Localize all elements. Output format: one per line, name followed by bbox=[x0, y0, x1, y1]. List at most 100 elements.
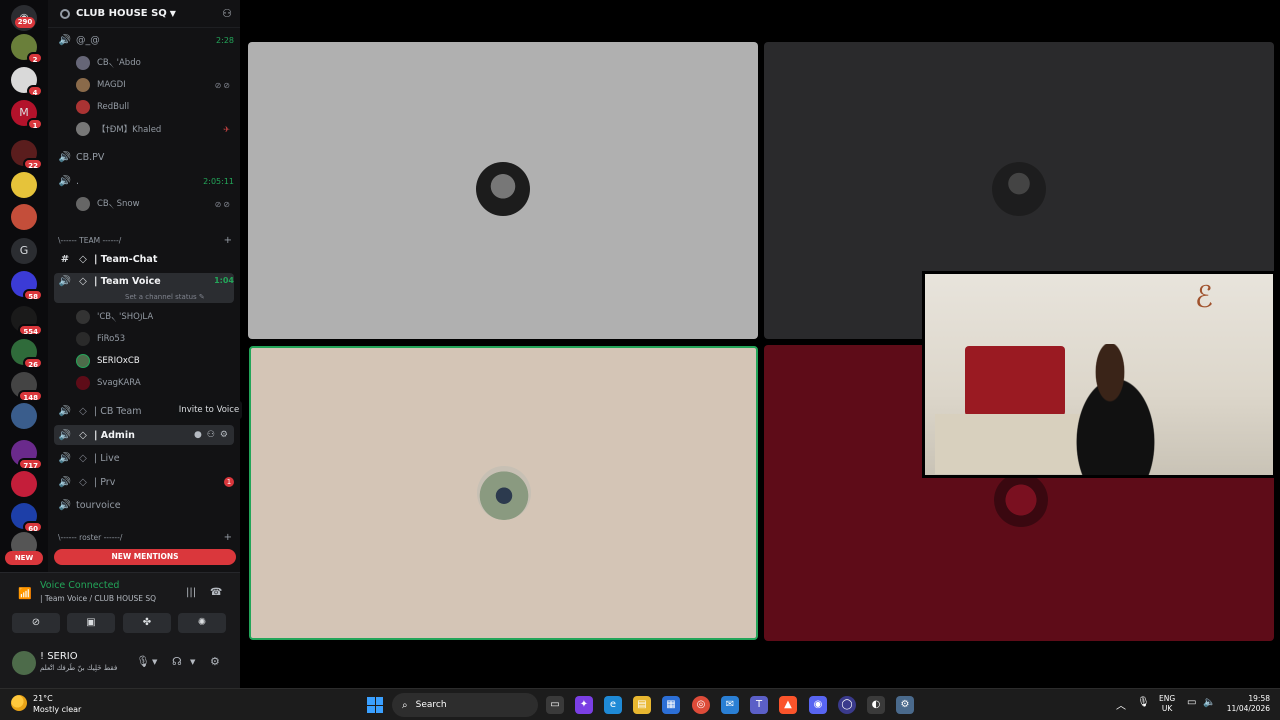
voice-channel-tourvoice[interactable]: 🔊 tourvoice bbox=[54, 495, 234, 515]
chevron-down-icon[interactable]: ▼ bbox=[190, 658, 195, 666]
voice-channel-at[interactable]: 🔊 @_@ 2:28 bbox=[54, 30, 234, 50]
voice-channel-dot[interactable]: 🔊 . 2:05:11 bbox=[54, 171, 234, 191]
disconnect-icon[interactable]: ☎ bbox=[210, 587, 222, 598]
file-explorer-icon[interactable]: ▤ bbox=[633, 696, 651, 714]
mention-badge: 717 bbox=[18, 458, 43, 470]
outlook-icon[interactable]: ✉ bbox=[721, 696, 739, 714]
app-icon[interactable]: ◐ bbox=[867, 696, 885, 714]
invite-people-icon[interactable]: ⚇ bbox=[222, 7, 232, 20]
category-roster[interactable]: \------ roster ------/ + bbox=[58, 530, 232, 544]
channel-name: | Team Voice bbox=[94, 276, 161, 287]
activities-button[interactable]: ✤ bbox=[123, 613, 171, 633]
settings-icon[interactable]: ⚙ bbox=[896, 696, 914, 714]
brave-icon[interactable]: ▲ bbox=[779, 696, 797, 714]
headphones-icon[interactable]: ☊ bbox=[172, 655, 182, 668]
store-icon[interactable]: ▦ bbox=[662, 696, 680, 714]
speaker-icon: 🔊 bbox=[58, 499, 72, 511]
mention-badge: 22 bbox=[23, 158, 43, 170]
noise-suppression-icon[interactable]: ||| bbox=[186, 587, 196, 598]
server-icon[interactable]: G bbox=[11, 238, 37, 264]
app-icon[interactable]: ◯ bbox=[838, 696, 856, 714]
channel-name: | Admin bbox=[94, 429, 135, 441]
server-icon[interactable]: 717 bbox=[11, 440, 43, 470]
server-icon[interactable] bbox=[11, 471, 37, 497]
new-mentions-button[interactable]: NEW MENTIONS bbox=[54, 549, 236, 565]
server-icon[interactable]: 148 bbox=[11, 372, 43, 402]
voice-channel-path[interactable]: | Team Voice / CLUB HOUSE SQ bbox=[40, 594, 156, 603]
clock[interactable]: 19:58 11/04/2026 bbox=[1224, 694, 1270, 714]
weather-condition[interactable]: Mostly clear bbox=[33, 705, 81, 714]
server-icon[interactable]: 26 bbox=[11, 339, 43, 369]
weather-icon[interactable] bbox=[11, 695, 27, 711]
channel-name: . bbox=[76, 175, 80, 187]
server-icon[interactable]: 60 bbox=[11, 503, 43, 533]
voice-channel-prv[interactable]: 🔊 ◇ | Prv 1 bbox=[54, 472, 234, 492]
channel-name: tourvoice bbox=[76, 499, 121, 511]
language-indicator[interactable]: ENG UK bbox=[1159, 694, 1175, 714]
new-servers-pill[interactable]: NEW bbox=[5, 551, 43, 565]
chat-bubble-icon[interactable]: ● bbox=[194, 430, 202, 440]
gear-icon[interactable]: ⚙ bbox=[210, 655, 220, 668]
chrome-icon[interactable]: ◎ bbox=[692, 696, 710, 714]
diamond-icon: ◇ bbox=[79, 405, 87, 417]
voice-channel-admin[interactable]: 🔊 ◇ | Admin ● ⚇ ⚙ bbox=[54, 425, 234, 445]
chevron-up-icon[interactable]: ︿ bbox=[1116, 697, 1126, 712]
weather-temp[interactable]: 21°C bbox=[33, 694, 53, 703]
gear-icon[interactable]: ⚙ bbox=[220, 430, 228, 440]
camera-stream[interactable]: ℰ bbox=[922, 271, 1276, 478]
server-icon[interactable] bbox=[11, 172, 37, 198]
microphone-icon[interactable]: 🎙 bbox=[1137, 697, 1150, 708]
voice-user[interactable]: CB৲ Snow ⊘⊘ bbox=[76, 194, 232, 214]
voice-user[interactable]: RedBull bbox=[76, 97, 232, 117]
username[interactable]: ! SERIO bbox=[40, 651, 78, 662]
taskbar-search[interactable]: ⌕ Search bbox=[392, 693, 538, 717]
server-icon[interactable] bbox=[11, 204, 37, 230]
discord-taskbar-icon[interactable]: ◉ bbox=[809, 696, 827, 714]
start-button[interactable] bbox=[367, 697, 383, 713]
network-icon[interactable]: ▭ bbox=[1187, 697, 1196, 708]
user-panel: ! SERIO فقط خَلِيك بنّ طَرفك اتْعلم 🎙 ▼ … bbox=[0, 643, 240, 689]
text-channel-team-chat[interactable]: # ◇ | Team-Chat bbox=[54, 249, 234, 269]
voice-user[interactable]: 'CB৲ 'SHO꠸LA bbox=[76, 307, 232, 327]
voice-user[interactable]: 【†ĐM】Khaled ✈ bbox=[76, 119, 232, 139]
voice-status[interactable]: Voice Connected bbox=[40, 580, 119, 591]
server-icon[interactable]: M1 bbox=[11, 100, 43, 130]
server-icon[interactable]: 4 bbox=[11, 67, 43, 97]
task-view-icon[interactable]: ▭ bbox=[546, 696, 564, 714]
server-header[interactable]: CLUB HOUSE SQ ▼ ⚇ bbox=[48, 0, 240, 28]
teams-icon[interactable]: T bbox=[750, 696, 768, 714]
diamond-icon: ◇ bbox=[79, 452, 87, 464]
voice-user[interactable]: MAGDI ⊘⊘ bbox=[76, 75, 232, 95]
category-team[interactable]: \------ TEAM ------/ + bbox=[58, 233, 232, 247]
voice-user[interactable]: SvagKARA bbox=[76, 373, 232, 393]
channel-status[interactable]: Set a channel status ✎ bbox=[125, 293, 205, 301]
camera-toggle-button[interactable]: ⊘ bbox=[12, 613, 60, 633]
edge-icon[interactable]: e bbox=[604, 696, 622, 714]
invite-icon[interactable]: ⚇ bbox=[207, 430, 215, 440]
add-channel-icon[interactable]: + bbox=[224, 532, 232, 543]
server-icon[interactable]: 554 bbox=[11, 306, 43, 336]
avatar[interactable] bbox=[12, 651, 36, 675]
chevron-down-icon[interactable]: ▼ bbox=[152, 658, 157, 666]
voice-channel-live[interactable]: 🔊 ◇ | Live bbox=[54, 448, 234, 468]
signal-icon[interactable]: 📶 bbox=[18, 587, 32, 600]
voice-user[interactable]: CB৲ 'Abdo bbox=[76, 53, 232, 73]
participant-tile-speaking[interactable] bbox=[249, 346, 758, 640]
server-icon[interactable]: 22 bbox=[11, 140, 43, 170]
voice-user[interactable]: FiRo53 bbox=[76, 329, 232, 349]
copilot-icon[interactable]: ✦ bbox=[575, 696, 593, 714]
voice-user-name: RedBull bbox=[97, 102, 130, 112]
microphone-icon[interactable]: 🎙 bbox=[136, 655, 150, 668]
channel-name: | Team-Chat bbox=[94, 253, 158, 265]
participant-tile[interactable] bbox=[248, 42, 758, 339]
voice-channel-cbpv[interactable]: 🔊 CB.PV bbox=[54, 147, 234, 167]
voice-user[interactable]: SERIOxCB bbox=[76, 351, 232, 371]
speaker-icon: 🔊 bbox=[58, 476, 72, 488]
server-icon[interactable]: 2 bbox=[11, 34, 43, 64]
volume-icon[interactable]: 🔈 bbox=[1203, 697, 1215, 708]
soundboard-button[interactable]: ✺ bbox=[178, 613, 226, 633]
add-channel-icon[interactable]: + bbox=[224, 235, 232, 246]
server-icon[interactable] bbox=[11, 403, 37, 429]
server-icon[interactable]: 58 bbox=[11, 271, 43, 301]
share-screen-button[interactable]: ▣ bbox=[67, 613, 115, 633]
